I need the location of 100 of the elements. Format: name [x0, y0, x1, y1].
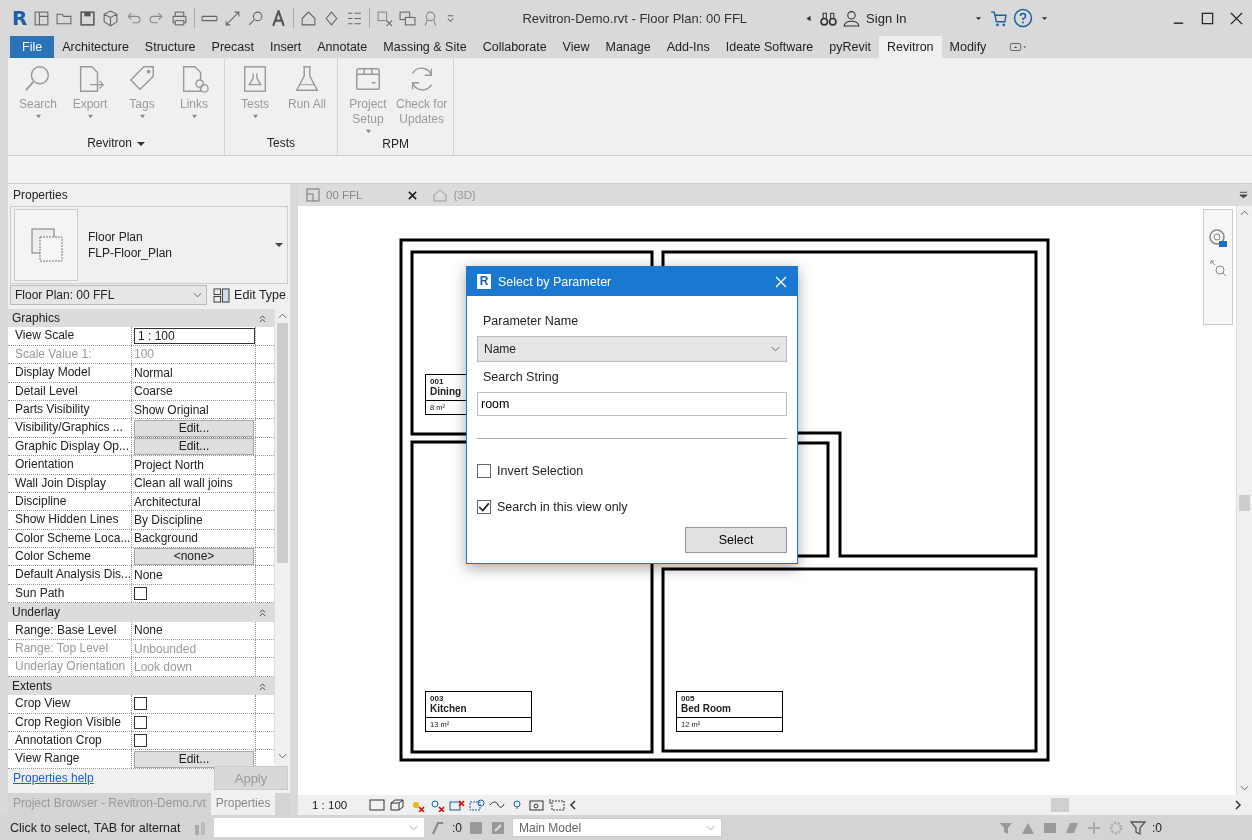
ribbon-tab[interactable]: Collaborate — [474, 36, 555, 58]
filter-icon[interactable] — [1130, 819, 1146, 836]
scroll-up-icon[interactable] — [278, 313, 287, 319]
property-value: Look down — [134, 660, 193, 675]
property-label: Display Model — [8, 364, 132, 382]
section-header[interactable]: Underlay — [8, 603, 274, 622]
ribbon-tab[interactable]: Architecture — [54, 36, 137, 58]
property-value: None — [134, 568, 163, 583]
search-field[interactable]: room — [477, 392, 787, 416]
ribbon-tab[interactable]: Structure — [136, 36, 204, 58]
scroll-left-icon[interactable] — [569, 800, 578, 810]
instance-dropdown[interactable]: Floor Plan: 00 FFL — [10, 285, 208, 305]
ribbon-tab[interactable]: Ideate Software — [717, 36, 822, 58]
property-label: Detail Level — [8, 382, 132, 400]
property-label: Annotation Crop — [8, 732, 132, 750]
ribbon-tab[interactable]: Add-Ins — [658, 36, 718, 58]
checkbox[interactable] — [134, 734, 147, 748]
crop-icon[interactable] — [449, 798, 466, 812]
close-icon[interactable] — [408, 190, 418, 200]
scroll-up-icon[interactable] — [1240, 210, 1249, 216]
checkbox[interactable] — [477, 464, 491, 478]
ribbon-tab[interactable]: Manage — [597, 36, 659, 58]
diamond-icon[interactable] — [323, 9, 341, 27]
scrollbar[interactable] — [274, 309, 290, 763]
scroll-right-icon[interactable] — [1234, 800, 1242, 810]
scroll-thumb[interactable] — [1239, 495, 1250, 511]
edit-type-button[interactable]: Edit Type — [211, 287, 288, 303]
house-icon[interactable] — [300, 9, 318, 27]
property-label: Range: Base Level — [8, 621, 132, 640]
help-icon[interactable] — [1012, 8, 1033, 28]
property-value: Normal — [134, 365, 173, 380]
ribbon-tab[interactable]: Insert — [261, 36, 310, 58]
property-label: Range: Top Level — [8, 640, 132, 658]
property-button[interactable]: Edit... — [134, 419, 254, 437]
temporary-hide-icon[interactable] — [529, 798, 546, 812]
view-scale[interactable]: 1 : 100 — [312, 799, 348, 811]
property-value: Unbounded — [134, 641, 197, 656]
chevron-down-icon — [193, 292, 203, 298]
field-label: Search String — [483, 370, 560, 384]
property-label: Discipline — [8, 492, 132, 511]
property-label: Show Hidden Lines — [8, 511, 132, 529]
property-value: Background — [134, 531, 199, 546]
property-button[interactable]: <none> — [134, 548, 254, 566]
checkbox[interactable] — [477, 500, 491, 514]
text-icon[interactable] — [270, 9, 288, 27]
checkbox[interactable] — [134, 715, 147, 729]
ribbon-tab[interactable]: File — [10, 36, 55, 58]
shadows-icon[interactable] — [429, 798, 446, 812]
cube-icon[interactable] — [102, 9, 120, 27]
type-name: Floor Plan — [88, 229, 144, 245]
checkbox-option[interactable]: Invert Selection — [477, 453, 787, 489]
menu-icon[interactable] — [1239, 191, 1248, 199]
ribbon-tab[interactable]: pyRevit — [821, 36, 879, 58]
save-icon[interactable] — [79, 9, 97, 27]
ribbon-tab[interactable]: Modify — [941, 36, 995, 58]
cart-icon[interactable] — [989, 9, 1007, 27]
scroll-down-icon[interactable] — [1240, 785, 1249, 791]
print-icon[interactable] — [171, 9, 189, 27]
property-label: View Range — [8, 750, 132, 768]
select-button[interactable]: Select — [685, 527, 787, 553]
zoom-icon[interactable] — [1208, 258, 1228, 278]
ribbon-tab[interactable]: Precast — [203, 36, 262, 58]
sign-in-link[interactable]: Sign In — [866, 10, 907, 26]
section-header[interactable]: Graphics — [8, 309, 274, 328]
window-layout-icon[interactable] — [33, 9, 51, 27]
property-input[interactable]: 1 : 100 — [134, 328, 255, 345]
visual-style-icon[interactable] — [389, 798, 406, 812]
crop-region-icon[interactable] — [469, 798, 486, 812]
design-options-icon[interactable] — [430, 819, 446, 836]
maximize-icon[interactable] — [1200, 10, 1215, 26]
property-label: Parts Visibility — [8, 400, 132, 419]
ribbon-tab[interactable]: Massing & Site — [375, 36, 475, 58]
help-link[interactable]: Properties help — [13, 771, 94, 785]
switch-windows-icon[interactable] — [399, 9, 417, 27]
app-logo[interactable]: R — [12, 6, 28, 30]
count-label: :0 — [1152, 820, 1162, 835]
dimension-icon[interactable] — [224, 9, 242, 27]
ribbon-tab[interactable]: Revitron — [879, 36, 942, 58]
checkbox-option[interactable]: Search in this view only — [477, 489, 787, 525]
tag-icon[interactable] — [247, 9, 265, 27]
panel-title[interactable]: Revitron — [12, 133, 220, 155]
check-icon — [478, 501, 490, 513]
close-icon[interactable] — [1229, 10, 1244, 26]
property-label: Default Analysis Dis... — [8, 566, 132, 584]
scrollbar[interactable] — [1236, 206, 1252, 795]
ribbon-tab[interactable]: View — [554, 36, 598, 58]
property-label: Graphic Display Op... — [8, 437, 132, 456]
user-icon[interactable] — [843, 9, 861, 27]
checkbox[interactable] — [134, 587, 147, 601]
checkbox[interactable] — [134, 697, 147, 711]
ribbon-tab[interactable]: Annotate — [309, 36, 376, 58]
parameter-dropdown[interactable]: Name — [477, 336, 787, 362]
caret-icon[interactable] — [136, 141, 145, 147]
scroll-down-icon[interactable] — [278, 753, 287, 759]
scroll-thumb[interactable] — [1051, 798, 1070, 812]
property-button[interactable]: Edit... — [134, 750, 254, 768]
close-windows-icon[interactable] — [376, 9, 394, 27]
type-selector[interactable]: Floor Plan FLP-Floor_Plan — [10, 206, 288, 284]
model-dropdown[interactable]: Main Model — [512, 818, 722, 837]
steering-wheel-icon[interactable] — [1208, 228, 1228, 248]
